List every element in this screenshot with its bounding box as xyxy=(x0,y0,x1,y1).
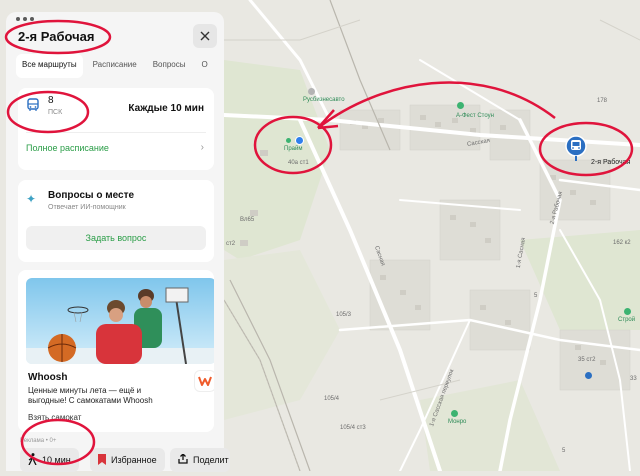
map-label-1053: 105/3 xyxy=(336,312,352,318)
poi-icon[interactable] xyxy=(451,410,458,417)
place-marker-icon[interactable] xyxy=(286,138,291,143)
chevron-right-icon: › xyxy=(200,142,204,153)
map-label-1054st3: 105/4 ст3 xyxy=(340,425,366,431)
map-label-stroy[interactable]: Строй xyxy=(618,317,635,323)
divider xyxy=(26,132,206,133)
ad-title: Whoosh xyxy=(28,372,68,383)
map-label-35st2: 35 ст2 xyxy=(578,357,596,363)
favorite-label: Избранное xyxy=(111,455,157,465)
window-controls[interactable] xyxy=(16,17,34,21)
walking-person-icon xyxy=(28,453,37,467)
questions-title: Вопросы о месте xyxy=(48,190,135,201)
place-panel: 2-я Рабочая Все маршруты Расписание Вопр… xyxy=(6,12,230,472)
full-schedule-link[interactable]: Полное расписание xyxy=(26,143,109,153)
ad-text: Ценные минуты лета — ещё и выгодные! С с… xyxy=(28,386,153,405)
bus-stop-small-icon[interactable] xyxy=(585,372,592,379)
tab-about[interactable]: О xyxy=(195,54,213,78)
favorite-button[interactable]: Избранное xyxy=(90,448,165,472)
tab-questions[interactable]: Вопросы xyxy=(147,54,192,78)
poi-icon[interactable] xyxy=(624,308,631,315)
map-label-house40a: 40а ст1 xyxy=(288,160,309,166)
map-label-vl65: Вл65 xyxy=(240,217,255,223)
walk-route-button[interactable]: 10 мин xyxy=(20,448,79,472)
map-label-afest[interactable]: А-Фест Стоун xyxy=(456,113,494,119)
close-icon xyxy=(200,31,210,41)
tab-all-routes[interactable]: Все маршруты xyxy=(16,54,83,78)
map-label-5: 5 xyxy=(534,293,538,299)
map-label-st2: ст2 xyxy=(226,241,236,247)
share-label: Поделит xyxy=(193,455,229,465)
walk-time: 10 мин xyxy=(42,455,71,465)
map-label-praim[interactable]: Прайм xyxy=(284,146,302,152)
panel-title: 2-я Рабочая xyxy=(18,29,95,44)
questions-card: ✦ Вопросы о месте Отвечает ИИ-помощник З… xyxy=(18,180,214,262)
ad-cta-link[interactable]: Взять самокат xyxy=(28,413,81,422)
map-label-33: 33 xyxy=(630,376,637,382)
map-label-rusbiz[interactable]: Русбизнесавто xyxy=(303,97,345,103)
bookmark-icon xyxy=(98,453,106,467)
ad-card[interactable]: Whoosh Ценные минуты лета — ещё и выгодн… xyxy=(18,270,214,432)
close-button[interactable] xyxy=(193,24,217,48)
map-label-178: 178 xyxy=(597,98,608,104)
route-card[interactable]: 8 ПСК Каждые 10 мин Полное расписание › xyxy=(18,88,214,170)
ad-disclaimer[interactable]: Реклама • 0+ xyxy=(20,438,56,444)
whoosh-logo-icon xyxy=(194,370,214,392)
user-location-icon xyxy=(295,136,304,145)
bus-icon xyxy=(27,98,39,111)
tab-bar: Все маршруты Расписание Вопросы О xyxy=(16,54,224,78)
share-icon xyxy=(178,453,188,466)
questions-subtitle: Отвечает ИИ-помощник xyxy=(48,204,126,211)
bus-stop-pin-icon[interactable] xyxy=(565,135,587,161)
poi-icon[interactable] xyxy=(457,102,464,109)
ai-sparkle-icon: ✦ xyxy=(26,192,37,206)
action-bar: 10 мин Избранное Поделит xyxy=(16,448,230,472)
map-label-1054: 105/4 xyxy=(324,396,340,402)
map-label-monro[interactable]: Монро xyxy=(448,419,466,425)
route-frequency: Каждые 10 мин xyxy=(128,103,204,114)
ask-question-button[interactable]: Задать вопрос xyxy=(26,226,206,250)
map-label-162k2: 162 к2 xyxy=(613,240,631,246)
poi-icon[interactable] xyxy=(308,88,315,95)
tab-schedule[interactable]: Расписание xyxy=(87,54,143,78)
route-type: ПСК xyxy=(48,109,63,116)
map-label-building1: 5 xyxy=(562,448,566,454)
share-button[interactable]: Поделит xyxy=(170,448,230,472)
ad-image[interactable] xyxy=(26,278,214,364)
map-label-stop[interactable]: 2-я Рабочая xyxy=(591,159,630,166)
route-number: 8 xyxy=(48,95,54,106)
